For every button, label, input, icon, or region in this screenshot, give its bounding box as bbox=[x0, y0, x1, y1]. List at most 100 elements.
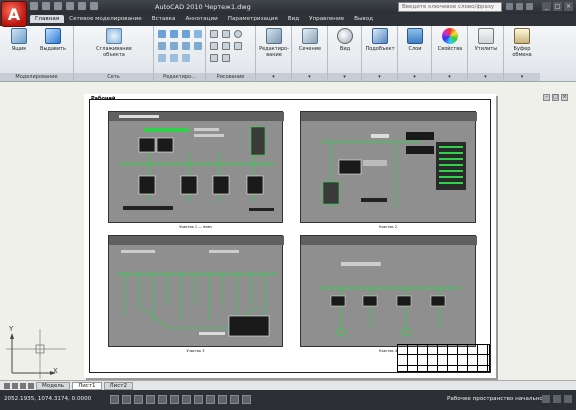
viewport-close-button[interactable]: × bbox=[561, 94, 568, 101]
close-button[interactable]: × bbox=[564, 2, 573, 11]
tab-scroll-first-icon[interactable] bbox=[4, 382, 10, 389]
layout-tab-sheet2[interactable]: Лист2 bbox=[103, 381, 133, 390]
viewport-3[interactable]: Участок 3 bbox=[108, 235, 284, 353]
union-icon[interactable] bbox=[158, 30, 166, 38]
application-menu-button[interactable]: A bbox=[1, 1, 27, 27]
ribbon-tab-2[interactable]: Вставка bbox=[147, 15, 181, 23]
utilities-tool[interactable]: Утилиты bbox=[469, 28, 503, 52]
shell-icon[interactable] bbox=[182, 42, 190, 50]
panel-label-properties[interactable]: ▾ bbox=[432, 73, 467, 81]
clipboard-tool[interactable]: Буфер обмена bbox=[505, 28, 539, 58]
section-tool[interactable]: Сечение bbox=[293, 28, 327, 52]
panel-label-solid-edit[interactable]: Редактиро... bbox=[154, 73, 205, 81]
clean-screen-icon[interactable] bbox=[564, 395, 572, 403]
ribbon-tab-5[interactable]: Вид bbox=[283, 15, 304, 23]
separate-icon[interactable] bbox=[194, 42, 202, 50]
panel-clipboard: Буфер обмена ▾ bbox=[504, 26, 540, 82]
hatch-icon[interactable] bbox=[222, 54, 230, 62]
tab-scroll-prev-icon[interactable] bbox=[12, 382, 18, 389]
save-icon[interactable] bbox=[54, 2, 62, 10]
ribbon-tab-0[interactable]: Главная bbox=[30, 15, 65, 23]
panel-label-utilities[interactable]: ▾ bbox=[468, 73, 503, 81]
polar-icon[interactable] bbox=[158, 395, 167, 404]
osnap-icon[interactable] bbox=[170, 395, 179, 404]
ribbon-tab-6[interactable]: Управление bbox=[304, 15, 349, 23]
lineweight-icon[interactable] bbox=[230, 395, 239, 404]
infer-constraints-icon[interactable] bbox=[110, 395, 119, 404]
fillet-edge-icon[interactable] bbox=[182, 54, 190, 62]
workspace-switcher[interactable]: Рабочее пространство начально bbox=[447, 396, 543, 402]
layers-tool[interactable]: Слои bbox=[398, 28, 432, 52]
layout-tab-sheet1[interactable]: Лист1 bbox=[72, 381, 102, 390]
panel-label-mesh[interactable]: Сеть bbox=[74, 73, 153, 81]
offset-edge-icon[interactable] bbox=[170, 54, 178, 62]
quick-properties-icon[interactable] bbox=[242, 395, 251, 404]
grid-icon[interactable] bbox=[134, 395, 143, 404]
panel-label-edit[interactable]: ▾ bbox=[256, 73, 291, 81]
line-icon[interactable] bbox=[210, 30, 218, 38]
circle-icon[interactable] bbox=[234, 30, 242, 38]
ellipse-icon[interactable] bbox=[210, 54, 218, 62]
arc-icon[interactable] bbox=[210, 42, 218, 50]
ortho-icon[interactable] bbox=[146, 395, 155, 404]
panel-label-modeling[interactable]: Моделирование bbox=[0, 73, 73, 81]
panel-label-subobject[interactable]: ▾ bbox=[362, 73, 397, 81]
properties-tool[interactable]: Свойства bbox=[433, 28, 467, 52]
extrude-tool[interactable]: Выдавить bbox=[36, 28, 70, 52]
panel-label-section[interactable]: ▾ bbox=[292, 73, 327, 81]
new-icon[interactable] bbox=[30, 2, 38, 10]
status-bar: 2052.1935, 1074.3174, 0.0000 Рабочее про… bbox=[0, 390, 576, 410]
panel-label-draw[interactable]: Рисование bbox=[206, 73, 255, 81]
undo-icon[interactable] bbox=[66, 2, 74, 10]
search-icon[interactable] bbox=[506, 3, 513, 10]
subobject-tool[interactable]: Подобъект bbox=[363, 28, 397, 52]
thicken-icon[interactable] bbox=[158, 54, 166, 62]
open-icon[interactable] bbox=[42, 2, 50, 10]
lock-icon[interactable] bbox=[542, 395, 550, 403]
view-tool[interactable]: Вид bbox=[328, 28, 362, 52]
tab-scroll-next-icon[interactable] bbox=[20, 382, 26, 389]
smooth-object-tool[interactable]: Сглаживание объекта bbox=[94, 28, 134, 58]
edit-tool[interactable]: Редактиро-вание bbox=[257, 28, 291, 58]
star-icon[interactable] bbox=[516, 3, 523, 10]
subtract-icon[interactable] bbox=[170, 30, 178, 38]
imprint-icon[interactable] bbox=[170, 42, 178, 50]
3d-osnap-icon[interactable] bbox=[182, 395, 191, 404]
ribbon-tab-3[interactable]: Аннотации bbox=[180, 15, 222, 23]
search-input[interactable]: Введите ключевое слово/фразу bbox=[398, 2, 502, 12]
schematic-3 bbox=[109, 236, 284, 337]
ribbon-tab-7[interactable]: Вывод bbox=[349, 15, 378, 23]
spline-icon[interactable] bbox=[234, 42, 242, 50]
layout-tab-model[interactable]: Модель bbox=[36, 381, 71, 390]
box-tool[interactable]: Ящик bbox=[2, 28, 36, 52]
viewport-minimize-button[interactable]: – bbox=[543, 94, 550, 101]
otrack-icon[interactable] bbox=[194, 395, 203, 404]
viewport-2[interactable]: Участок 2 bbox=[300, 111, 477, 229]
ribbon-tab-1[interactable]: Сетевое моделирование bbox=[64, 15, 147, 23]
extract-edges-icon[interactable] bbox=[158, 42, 166, 50]
rectangle-icon[interactable] bbox=[222, 42, 230, 50]
coordinates-readout[interactable]: 2052.1935, 1074.3174, 0.0000 bbox=[4, 396, 91, 402]
drawing-area[interactable]: – □ × Рабочий Участок 1 — план Участок 2… bbox=[0, 82, 576, 380]
viewport-restore-button[interactable]: □ bbox=[552, 94, 559, 101]
ducs-icon[interactable] bbox=[206, 395, 215, 404]
help-icon[interactable] bbox=[526, 3, 533, 10]
plot-icon[interactable] bbox=[90, 2, 98, 10]
ribbon-tab-4[interactable]: Параметризация bbox=[223, 15, 283, 23]
polyline-icon[interactable] bbox=[222, 30, 230, 38]
snap-icon[interactable] bbox=[122, 395, 131, 404]
intersect-icon[interactable] bbox=[182, 30, 190, 38]
viewport-4[interactable]: Участок 4 bbox=[300, 235, 477, 353]
viewport-1[interactable]: Участок 1 — план bbox=[108, 111, 284, 229]
window-title: AutoCAD 2010 Чертеж1.dwg bbox=[155, 3, 251, 11]
panel-label-clipboard[interactable]: ▾ bbox=[504, 73, 540, 81]
dyn-icon[interactable] bbox=[218, 395, 227, 404]
panel-label-view[interactable]: ▾ bbox=[328, 73, 361, 81]
slice-icon[interactable] bbox=[194, 30, 202, 38]
panel-label-layers[interactable]: ▾ bbox=[398, 73, 431, 81]
redo-icon[interactable] bbox=[78, 2, 86, 10]
maximize-button[interactable]: □ bbox=[553, 2, 562, 11]
minimize-button[interactable]: _ bbox=[542, 2, 551, 11]
hardware-acceleration-icon[interactable] bbox=[553, 395, 561, 403]
tab-scroll-last-icon[interactable] bbox=[28, 382, 34, 389]
